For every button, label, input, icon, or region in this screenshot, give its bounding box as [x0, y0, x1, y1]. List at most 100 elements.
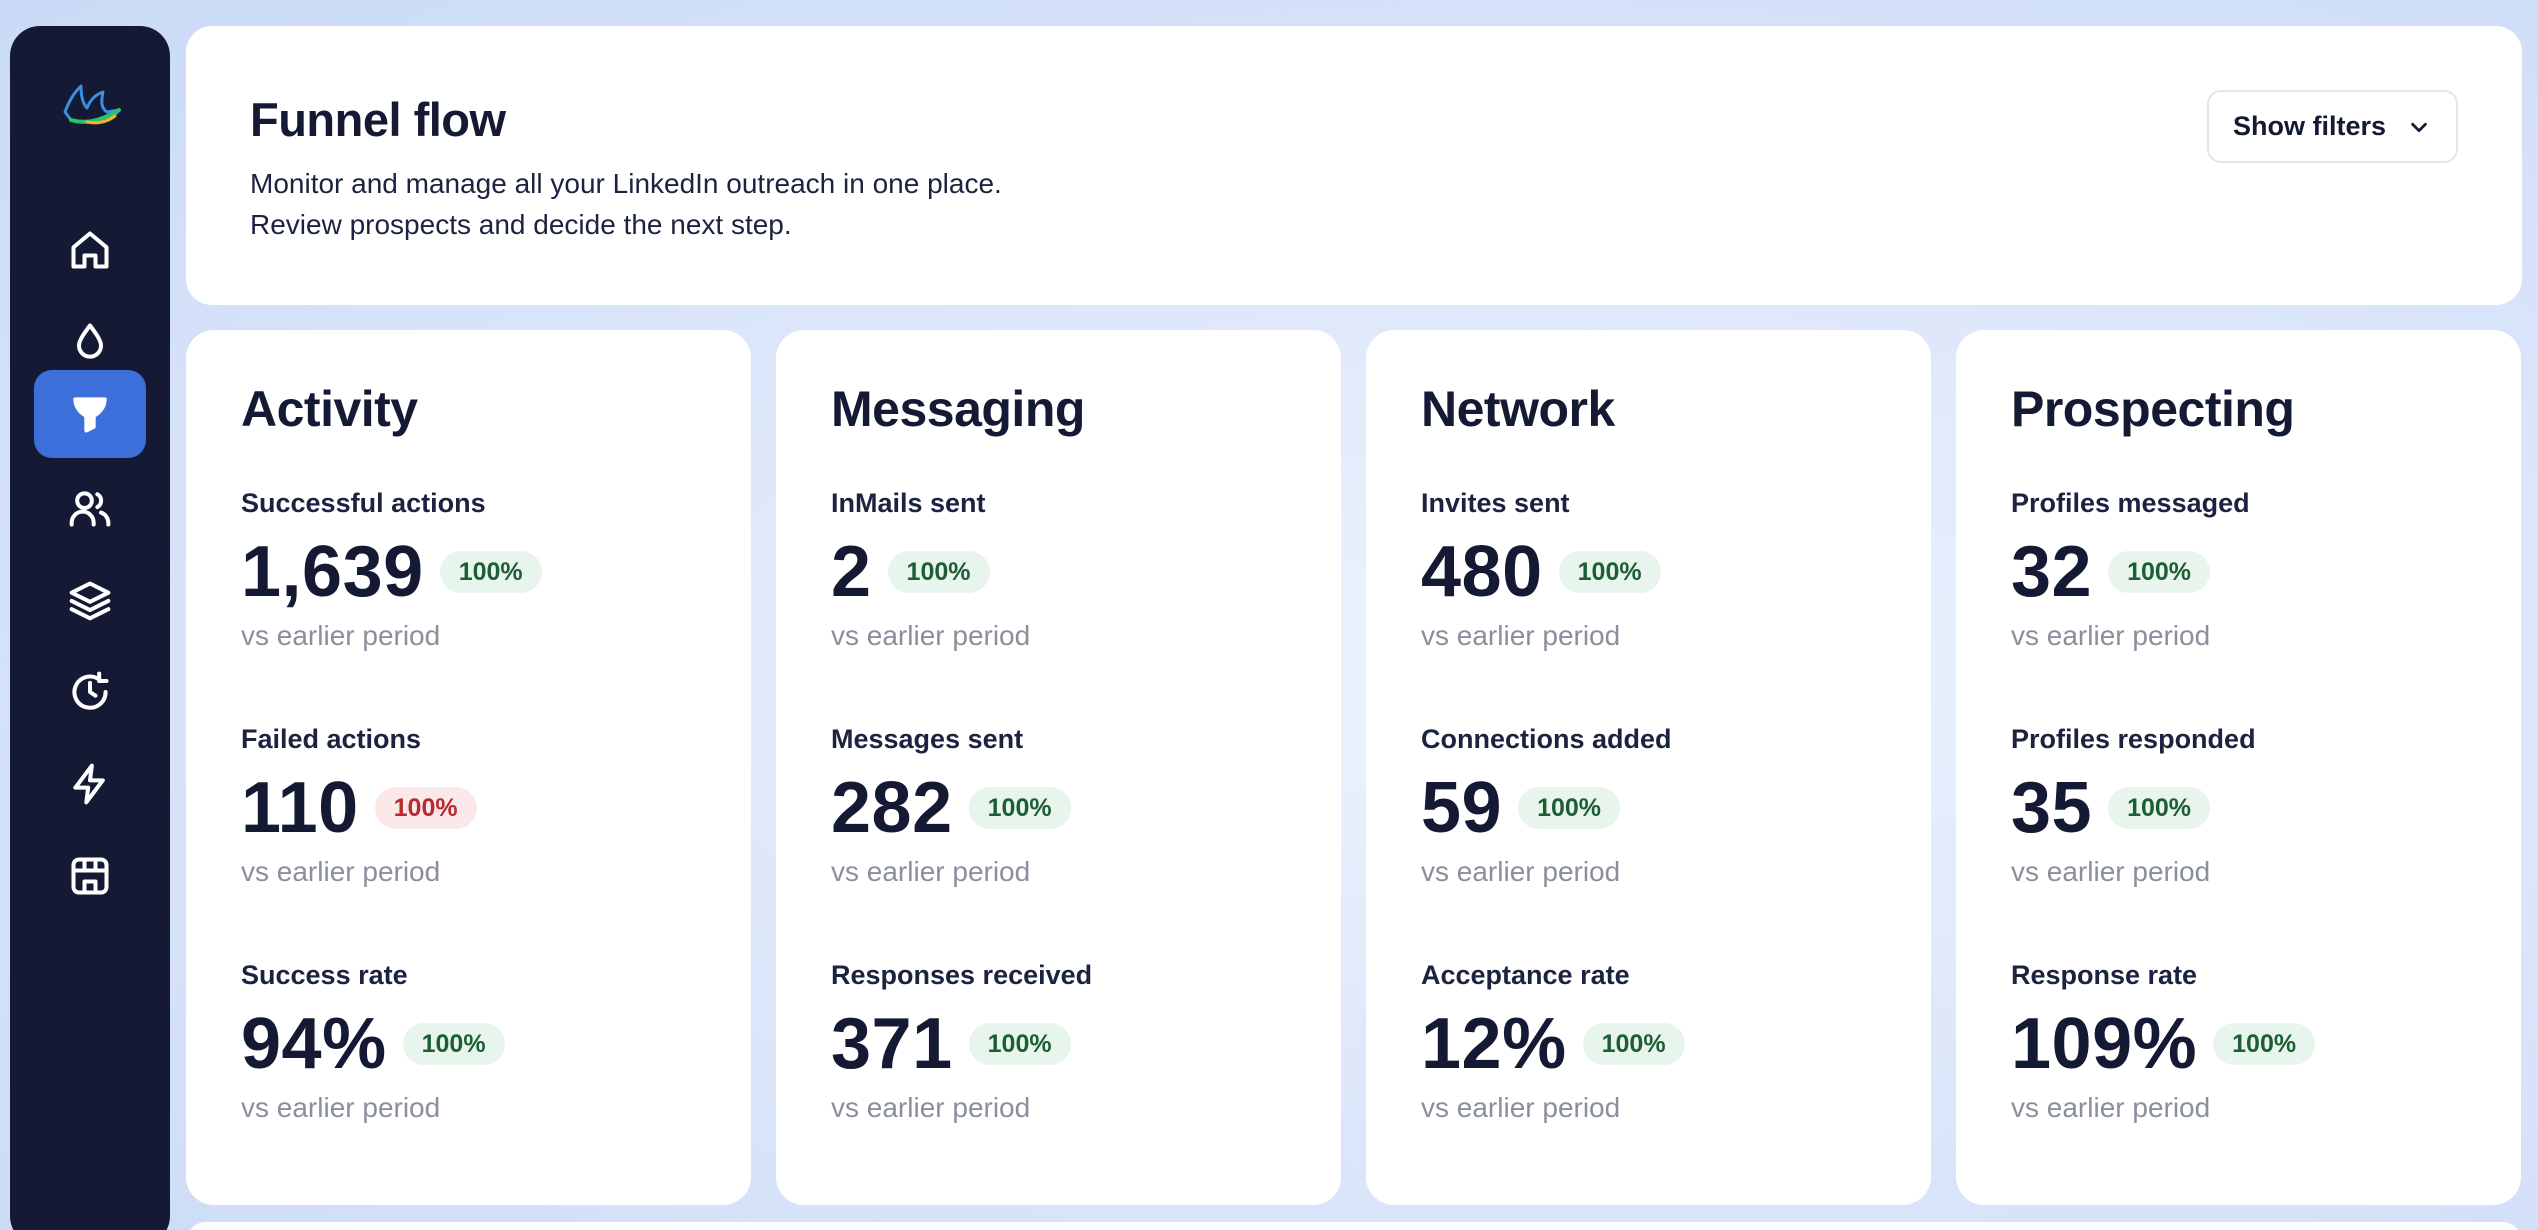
metric-value: 110 — [241, 768, 359, 848]
metric: Profiles responded 35 100% vs earlier perio… — [2011, 724, 2491, 924]
metric-value: 480 — [1421, 532, 1543, 612]
metric-label: InMails sent — [831, 488, 986, 518]
chevron-down-icon — [2411, 122, 2427, 132]
metric-caption: vs earlier period — [831, 856, 1031, 887]
metric: Acceptance rate 12% 100% vs earlier period — [1421, 960, 1901, 1160]
metric-value-row: 110 100% — [241, 768, 477, 848]
metric-label: Profiles responded — [2011, 724, 2256, 754]
metric-caption: vs earlier period — [831, 620, 1031, 651]
nav-funnel[interactable] — [34, 370, 146, 458]
metric-value-row: 2 100% — [831, 532, 990, 612]
metric: Profiles messaged 32 100% vs earlier period — [2011, 488, 2491, 688]
users-icon — [69, 491, 111, 527]
metric-label: Messages sent — [831, 724, 1024, 754]
nav-users[interactable] — [34, 464, 146, 552]
change-badge: 100% — [968, 1023, 1071, 1065]
change-badge: 100% — [2108, 551, 2211, 593]
nav-layers[interactable] — [34, 556, 146, 644]
change-badge: 100% — [1558, 551, 1661, 593]
metric-value-row: 1,639 100% — [241, 532, 542, 612]
metric-value: 12% — [1421, 1004, 1567, 1084]
change-badge: 100% — [402, 1023, 505, 1065]
change-badge: 100% — [887, 551, 990, 593]
change-badge: 100% — [1518, 787, 1621, 829]
subtitle-line-1: Monitor and manage all your LinkedIn out… — [250, 168, 1002, 199]
home-icon — [71, 231, 109, 269]
page-title: Funnel flow — [250, 93, 506, 146]
metric: Responses received 371 100% vs earlier peri… — [831, 960, 1311, 1160]
nav-home[interactable] — [34, 206, 146, 294]
metric: InMails sent 2 100% vs earlier period — [831, 488, 1311, 688]
metric-value: 94% — [241, 1004, 387, 1084]
metric-value: 59 — [1421, 768, 1503, 848]
metric: Failed actions 110 100% vs earlier period — [241, 724, 721, 924]
metric: Invites sent 480 100% vs earlier period — [1421, 488, 1901, 688]
metric-caption: vs earlier period — [241, 856, 441, 887]
metric-label: Successful actions — [241, 488, 486, 518]
metric-value-row: 59 100% — [1421, 768, 1621, 848]
stat-card-network: Network Invites sent 480 100% vs earlier per… — [1366, 330, 1931, 1205]
store-icon — [71, 857, 109, 895]
nav-history[interactable] — [34, 648, 146, 736]
metric: Response rate 109% 100% vs earlier period — [2011, 960, 2491, 1160]
metric-label: Failed actions — [241, 724, 422, 754]
metric-label: Acceptance rate — [1421, 960, 1630, 990]
history-icon — [72, 671, 109, 710]
subtitle-line-2: Review prospects and decide the next ste… — [250, 209, 792, 240]
card-title: Activity — [241, 381, 418, 437]
header-card: Funnel flow Monitor and manage all your … — [186, 26, 2522, 305]
card-title: Prospecting — [2011, 381, 2295, 437]
metric-value: 1,639 — [241, 532, 424, 612]
metric-label: Success rate — [241, 960, 408, 990]
metric-value-row: 371 100% — [831, 1004, 1071, 1084]
metric-caption: vs earlier period — [2011, 1092, 2211, 1123]
metric-value-row: 12% 100% — [1421, 1004, 1685, 1084]
nav-automations[interactable] — [34, 740, 146, 828]
metric-value: 2 — [831, 532, 872, 612]
funnel-icon — [73, 397, 107, 433]
metric-label: Connections added — [1421, 724, 1672, 754]
metric-caption: vs earlier period — [1421, 1092, 1621, 1123]
change-badge: 100% — [2213, 1023, 2316, 1065]
card-title: Network — [1421, 381, 1615, 437]
lightning-icon — [73, 763, 105, 805]
metric-caption: vs earlier period — [2011, 856, 2211, 887]
bird-logo[interactable] — [57, 76, 127, 136]
change-badge: 100% — [374, 787, 477, 829]
metric-caption: vs earlier period — [831, 1092, 1031, 1123]
sidebar — [10, 26, 170, 1230]
bottom-panel — [186, 1222, 2522, 1230]
metric-value: 32 — [2011, 532, 2093, 612]
metric-label: Profiles messaged — [2011, 488, 2250, 518]
metric-value: 371 — [831, 1004, 953, 1084]
change-badge: 100% — [439, 551, 542, 593]
metric-caption: vs earlier period — [241, 1092, 441, 1123]
stat-card-prospecting: Prospecting Profiles messaged 32 100% vs ear… — [1956, 330, 2521, 1205]
metric-value-row: 94% 100% — [241, 1004, 505, 1084]
metric-caption: vs earlier period — [2011, 620, 2211, 651]
metric-value-row: 480 100% — [1421, 532, 1661, 612]
metric-caption: vs earlier period — [1421, 856, 1621, 887]
change-badge: 100% — [2108, 787, 2211, 829]
card-title: Messaging — [831, 381, 1085, 437]
metric: Success rate 94% 100% vs earlier period — [241, 960, 721, 1160]
metric-value-row: 109% 100% — [2011, 1004, 2316, 1084]
metric-label: Response rate — [2011, 960, 2198, 990]
metric-value-row: 35 100% — [2011, 768, 2211, 848]
metric-label: Invites sent — [1421, 488, 1570, 518]
drop-icon — [76, 323, 104, 359]
metric: Successful actions 1,639 100% vs earlier pe… — [241, 488, 721, 688]
layers-icon — [69, 581, 111, 621]
show-filters-label: Show filters — [2233, 111, 2387, 141]
stat-card-activity: Activity Successful actions 1,639 100% vs ea… — [186, 330, 751, 1205]
nav-store[interactable] — [34, 832, 146, 920]
metric-value-row: 282 100% — [831, 768, 1071, 848]
metric-value: 282 — [831, 768, 953, 848]
metric-value: 35 — [2011, 768, 2093, 848]
show-filters-button[interactable]: Show filters — [2207, 90, 2458, 163]
stat-card-messaging: Messaging InMails sent 2 100% vs earlier per… — [776, 330, 1341, 1205]
change-badge: 100% — [968, 787, 1071, 829]
change-badge: 100% — [1582, 1023, 1685, 1065]
page-subtitle: Monitor and manage all your LinkedIn out… — [250, 163, 1002, 245]
metric: Connections added 59 100% vs earlier period — [1421, 724, 1901, 924]
